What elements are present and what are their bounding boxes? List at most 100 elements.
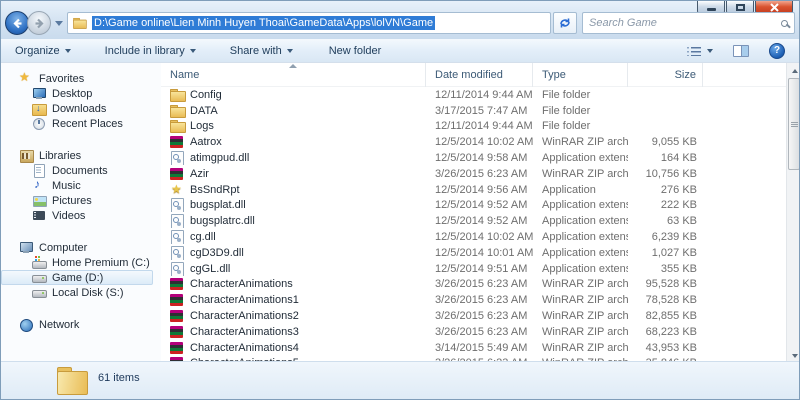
rar-icon — [170, 167, 185, 181]
include-in-library-button[interactable]: Include in library — [99, 42, 202, 60]
file-name-cell: CharacterAnimations3 — [161, 325, 426, 339]
sidebar-item-label: Recent Places — [52, 118, 123, 130]
scroll-down-icon — [792, 354, 798, 358]
file-row-aatrox[interactable]: Aatrox12/5/2014 10:02 AMWinRAR ZIP archi… — [161, 134, 800, 150]
sidebar-item-label: Documents — [52, 165, 108, 177]
column-headers: Name Date modified Type Size — [161, 63, 800, 87]
downloads-icon — [32, 102, 46, 116]
toolbar-right-icons: ? — [681, 40, 791, 62]
search-box[interactable] — [582, 12, 795, 34]
rar-icon — [170, 135, 185, 149]
new-folder-label: New folder — [329, 45, 382, 57]
help-button[interactable]: ? — [763, 40, 791, 62]
column-header-date-modified[interactable]: Date modified — [426, 63, 533, 87]
file-name: CharacterAnimations1 — [190, 294, 299, 306]
scroll-up-button[interactable] — [787, 63, 800, 78]
column-header-type[interactable]: Type — [533, 63, 628, 87]
computer-icon — [19, 241, 33, 255]
sidebar-item-desktop[interactable]: Desktop — [1, 86, 153, 101]
file-row-characteranimations1[interactable]: CharacterAnimations13/26/2015 6:23 AMWin… — [161, 292, 800, 308]
dll-icon — [170, 262, 185, 276]
file-row-cggl-dll[interactable]: cgGL.dll12/5/2014 9:51 AMApplication ext… — [161, 261, 800, 277]
file-name: DATA — [190, 105, 218, 117]
sidebar-item-libraries[interactable]: Libraries — [1, 148, 161, 163]
maximize-icon — [736, 4, 745, 11]
file-name: cgD3D9.dll — [190, 247, 244, 259]
sidebar-item-game-d[interactable]: Game (D:) — [1, 270, 153, 285]
sidebar-item-documents[interactable]: Documents — [1, 163, 153, 178]
file-row-cg-dll[interactable]: cg.dll12/5/2014 10:02 AMApplication exte… — [161, 229, 800, 245]
refresh-button[interactable] — [553, 12, 577, 34]
file-name-cell: bugsplatrc.dll — [161, 214, 426, 228]
organize-button[interactable]: Organize — [9, 42, 77, 60]
sidebar-item-local-disk-s[interactable]: Local Disk (S:) — [1, 285, 153, 300]
file-date-modified: 3/26/2015 6:23 AM — [426, 310, 533, 322]
sidebar-item-label: Libraries — [39, 150, 81, 162]
share-with-button[interactable]: Share with — [224, 42, 299, 60]
sidebar-item-recent-places[interactable]: Recent Places — [1, 116, 153, 131]
preview-pane-button[interactable] — [727, 42, 755, 60]
file-list-pane: Name Date modified Type Size Config12/11… — [161, 63, 800, 363]
recent-pages-dropdown[interactable] — [55, 21, 63, 26]
file-row-azir[interactable]: Azir3/26/2015 6:23 AMWinRAR ZIP archive1… — [161, 166, 800, 182]
search-input[interactable] — [589, 17, 781, 29]
back-button[interactable] — [5, 11, 29, 35]
sidebar-item-label: Local Disk (S:) — [52, 287, 124, 299]
sidebar-item-videos[interactable]: Videos — [1, 208, 153, 223]
address-path[interactable]: D:\Game online\Lien Minh Huyen Thoai\Gam… — [92, 16, 435, 30]
column-header-name[interactable]: Name — [161, 63, 426, 87]
drive-os-icon — [32, 256, 46, 270]
file-row-bugsplatrc-dll[interactable]: bugsplatrc.dll12/5/2014 9:52 AMApplicati… — [161, 213, 800, 229]
rar-icon — [170, 293, 185, 307]
file-name: Config — [190, 89, 222, 101]
column-header-size[interactable]: Size — [628, 63, 703, 87]
new-folder-button[interactable]: New folder — [323, 42, 388, 60]
file-date-modified: 3/26/2015 6:23 AM — [426, 278, 533, 290]
file-name: atimgpud.dll — [190, 152, 249, 164]
sidebar-item-music[interactable]: Music — [1, 178, 153, 193]
file-name-cell: cgD3D9.dll — [161, 246, 426, 260]
file-row-config[interactable]: Config12/11/2014 9:44 AMFile folder — [161, 87, 800, 103]
preview-pane-icon — [733, 45, 749, 57]
file-row-characteranimations[interactable]: CharacterAnimations3/26/2015 6:23 AMWinR… — [161, 277, 800, 293]
chevron-down-icon — [190, 49, 196, 53]
address-bar[interactable]: D:\Game online\Lien Minh Huyen Thoai\Gam… — [67, 12, 551, 34]
chevron-down-icon — [287, 49, 293, 53]
file-row-cgd3d9-dll[interactable]: cgD3D9.dll12/5/2014 10:01 AMApplication … — [161, 245, 800, 261]
file-type: WinRAR ZIP archive — [533, 278, 628, 290]
forward-button[interactable] — [27, 11, 51, 35]
chevron-down-icon — [65, 49, 71, 53]
file-row-bssndrpt[interactable]: BsSndRpt12/5/2014 9:56 AMApplication276 … — [161, 182, 800, 198]
file-row-bugsplat-dll[interactable]: bugsplat.dll12/5/2014 9:52 AMApplication… — [161, 198, 800, 214]
sidebar-item-downloads[interactable]: Downloads — [1, 101, 153, 116]
dll-icon — [170, 246, 185, 260]
file-date-modified: 12/5/2014 9:52 AM — [426, 199, 533, 211]
file-date-modified: 12/5/2014 9:52 AM — [426, 215, 533, 227]
scrollbar-thumb[interactable] — [788, 78, 800, 170]
file-type: WinRAR ZIP archive — [533, 326, 628, 338]
file-type: File folder — [533, 120, 628, 132]
file-row-characteranimations2[interactable]: CharacterAnimations23/26/2015 6:23 AMWin… — [161, 308, 800, 324]
file-name: CharacterAnimations4 — [190, 342, 299, 354]
file-size: 82,855 KB — [628, 310, 703, 322]
sidebar-item-pictures[interactable]: Pictures — [1, 193, 153, 208]
file-date-modified: 12/5/2014 10:01 AM — [426, 247, 533, 259]
music-note-icon — [32, 179, 46, 193]
file-row-characteranimations3[interactable]: CharacterAnimations33/26/2015 6:23 AMWin… — [161, 324, 800, 340]
file-row-characteranimations4[interactable]: CharacterAnimations43/14/2015 5:49 AMWin… — [161, 340, 800, 356]
file-size: 9,055 KB — [628, 136, 703, 148]
sidebar-item-network[interactable]: Network — [1, 317, 161, 332]
sidebar-item-computer[interactable]: Computer — [1, 240, 161, 255]
vertical-scrollbar[interactable] — [786, 63, 800, 363]
file-name: cg.dll — [190, 231, 216, 243]
file-name-cell: CharacterAnimations2 — [161, 309, 426, 323]
sidebar-item-favorites[interactable]: Favorites — [1, 71, 161, 86]
sidebar-item-home-premium-c[interactable]: Home Premium (C:) — [1, 255, 153, 270]
file-row-logs[interactable]: Logs12/11/2014 9:44 AMFile folder — [161, 119, 800, 135]
scrollbar-grip-icon — [791, 122, 798, 127]
file-row-data[interactable]: DATA3/17/2015 7:47 AMFile folder — [161, 103, 800, 119]
file-row-atimgpud-dll[interactable]: atimgpud.dll12/5/2014 9:58 AMApplication… — [161, 150, 800, 166]
file-size: 78,528 KB — [628, 294, 703, 306]
change-view-button[interactable] — [681, 43, 719, 59]
picture-icon — [32, 194, 46, 208]
